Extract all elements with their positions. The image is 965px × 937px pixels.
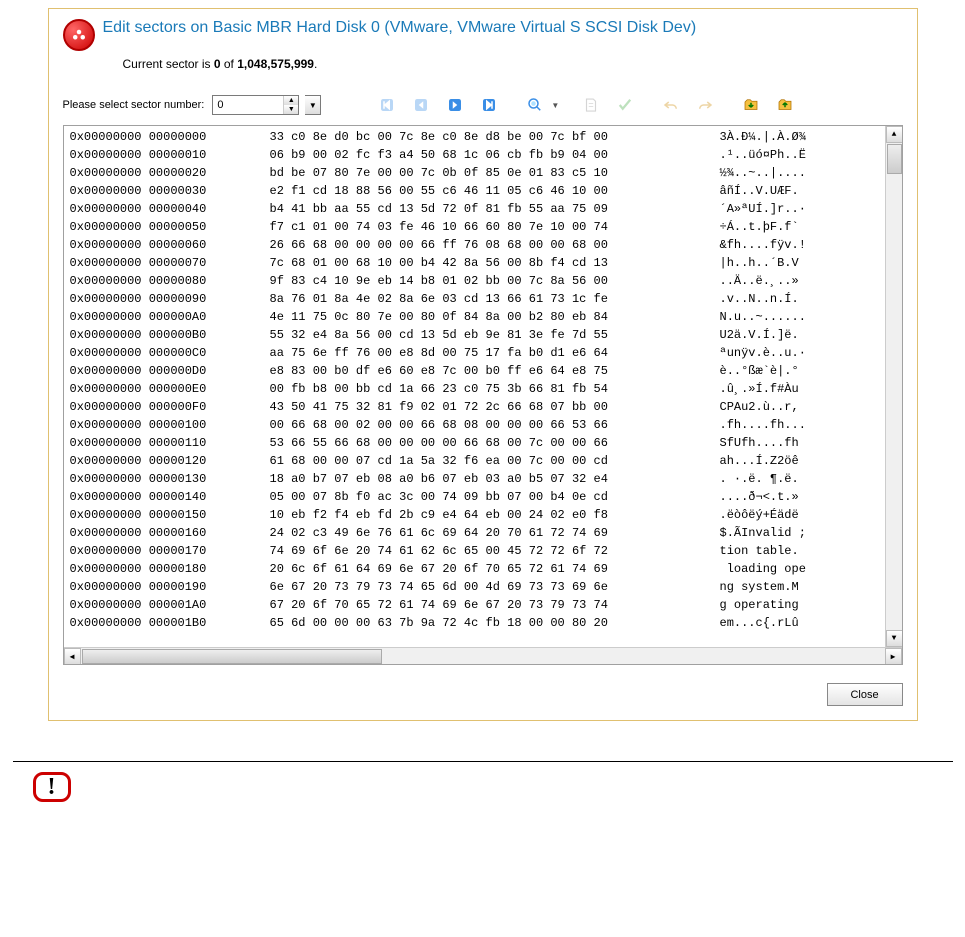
sector-spin-up[interactable]: ▲ <box>284 96 298 105</box>
hex-row[interactable]: 0x00000000 0000017074 69 6f 6e 20 74 61 … <box>70 542 902 560</box>
hex-row[interactable]: 0x00000000 000000707c 68 01 00 68 10 00 … <box>70 254 902 272</box>
vscroll-thumb[interactable] <box>887 144 902 174</box>
hex-row[interactable]: 0x00000000 0000006026 66 68 00 00 00 00 … <box>70 236 902 254</box>
redo-button[interactable] <box>691 93 719 117</box>
hex-row[interactable]: 0x00000000 000001906e 67 20 73 79 73 74 … <box>70 578 902 596</box>
hex-row[interactable]: 0x00000000 000000A04e 11 75 0c 80 7e 00 … <box>70 308 902 326</box>
load-from-file-button[interactable] <box>737 93 765 117</box>
dialog-footer: Close <box>63 665 903 706</box>
hex-row[interactable]: 0x00000000 0000000033 c0 8e d0 bc 00 7c … <box>70 128 902 146</box>
hex-content[interactable]: 0x00000000 0000000033 c0 8e d0 bc 00 7c … <box>64 126 902 647</box>
scroll-left-arrow[interactable]: ◀ <box>64 648 81 665</box>
dialog-title: Edit sectors on Basic MBR Hard Disk 0 (V… <box>103 19 697 37</box>
search-button[interactable]: ▼ <box>521 93 559 117</box>
hex-row[interactable]: 0x00000000 000000D0e8 83 00 b0 df e6 60 … <box>70 362 902 380</box>
hex-row[interactable]: 0x00000000 0000015010 eb f2 f4 eb fd 2b … <box>70 506 902 524</box>
sector-dropdown-button[interactable]: ▼ <box>305 95 321 115</box>
hex-row[interactable]: 0x00000000 00000030e2 f1 cd 18 88 56 00 … <box>70 182 902 200</box>
hex-row[interactable]: 0x00000000 00000020bd be 07 80 7e 00 00 … <box>70 164 902 182</box>
hex-row[interactable]: 0x00000000 000000E000 fb b8 00 bb cd 1a … <box>70 380 902 398</box>
scroll-right-arrow[interactable]: ▶ <box>885 648 902 665</box>
horizontal-scrollbar[interactable]: ◀ ▶ <box>64 647 902 664</box>
toolbar: Please select sector number: ▲ ▼ ▼ <box>63 93 903 117</box>
hex-row[interactable]: 0x00000000 000000B055 32 e4 8a 56 00 cd … <box>70 326 902 344</box>
scroll-up-arrow[interactable]: ▲ <box>886 126 903 143</box>
first-sector-button[interactable] <box>373 93 401 117</box>
app-icon <box>63 19 95 51</box>
hex-row[interactable]: 0x00000000 000000C0aa 75 6e ff 76 00 e8 … <box>70 344 902 362</box>
last-sector-button[interactable] <box>475 93 503 117</box>
hex-row[interactable]: 0x00000000 0000013018 a0 b7 07 eb 08 a0 … <box>70 470 902 488</box>
hex-row[interactable]: 0x00000000 000000908a 76 01 8a 4e 02 8a … <box>70 290 902 308</box>
hex-row[interactable]: 0x00000000 00000050f7 c1 01 00 74 03 fe … <box>70 218 902 236</box>
hex-row[interactable]: 0x00000000 0000012061 68 00 00 07 cd 1a … <box>70 452 902 470</box>
hex-row[interactable]: 0x00000000 00000040b4 41 bb aa 55 cd 13 … <box>70 200 902 218</box>
vertical-scrollbar[interactable]: ▲ ▼ <box>885 126 902 647</box>
warning-section: ! <box>13 761 953 802</box>
close-button[interactable]: Close <box>827 683 903 706</box>
hex-row[interactable]: 0x00000000 000001B065 6d 00 00 00 63 7b … <box>70 614 902 632</box>
hex-row[interactable]: 0x00000000 0000010000 66 68 00 02 00 00 … <box>70 416 902 434</box>
hex-row[interactable]: 0x00000000 0000014005 00 07 8b f0 ac 3c … <box>70 488 902 506</box>
hex-row[interactable]: 0x00000000 000000F043 50 41 75 32 81 f9 … <box>70 398 902 416</box>
apply-button[interactable] <box>611 93 639 117</box>
warning-icon: ! <box>33 772 71 802</box>
scroll-down-arrow[interactable]: ▼ <box>886 630 903 647</box>
hex-row[interactable]: 0x00000000 0000016024 02 c3 49 6e 76 61 … <box>70 524 902 542</box>
edit-button[interactable] <box>577 93 605 117</box>
sector-spin-down[interactable]: ▼ <box>284 105 298 114</box>
current-sector-status: Current sector is 0 of 1,048,575,999. <box>123 57 903 71</box>
dialog-header: Edit sectors on Basic MBR Hard Disk 0 (V… <box>63 19 903 51</box>
hex-editor-area: 0x00000000 0000000033 c0 8e d0 bc 00 7c … <box>63 125 903 665</box>
sector-number-spinner[interactable]: ▲ ▼ <box>212 95 299 115</box>
hex-row[interactable]: 0x00000000 000001A067 20 6f 70 65 72 61 … <box>70 596 902 614</box>
search-dropdown-arrow[interactable]: ▼ <box>551 101 559 110</box>
hex-row[interactable]: 0x00000000 0000001006 b9 00 02 fc f3 a4 … <box>70 146 902 164</box>
sector-number-label: Please select sector number: <box>63 99 205 111</box>
hex-row[interactable]: 0x00000000 0000018020 6c 6f 61 64 69 6e … <box>70 560 902 578</box>
undo-button[interactable] <box>657 93 685 117</box>
hex-row[interactable]: 0x00000000 000000809f 83 c4 10 9e eb 14 … <box>70 272 902 290</box>
sector-editor-dialog: Edit sectors on Basic MBR Hard Disk 0 (V… <box>48 8 918 721</box>
next-sector-button[interactable] <box>441 93 469 117</box>
prev-sector-button[interactable] <box>407 93 435 117</box>
sector-number-input[interactable] <box>213 96 283 114</box>
hex-row[interactable]: 0x00000000 0000011053 66 55 66 68 00 00 … <box>70 434 902 452</box>
hscroll-thumb[interactable] <box>82 649 382 664</box>
save-to-file-button[interactable] <box>771 93 799 117</box>
